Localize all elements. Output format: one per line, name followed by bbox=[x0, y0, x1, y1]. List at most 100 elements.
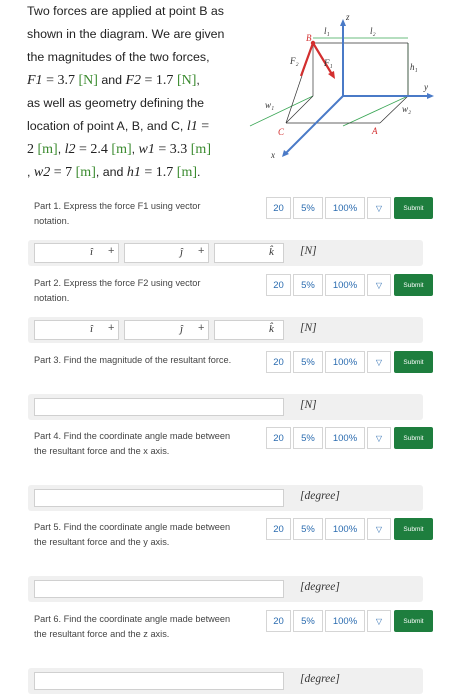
tolerance-button[interactable]: 5% bbox=[293, 427, 323, 449]
part-4-question: Part 4. Find the coordinate angle made b… bbox=[34, 431, 231, 456]
w2-symbol: w2 bbox=[33, 165, 51, 180]
significant-figures-button[interactable]: 20 bbox=[266, 518, 291, 540]
chevron-down-icon[interactable]: ▽ bbox=[367, 518, 391, 540]
part-3-header: Part 3. Find the magnitude of the result… bbox=[28, 347, 433, 395]
tolerance-button[interactable]: 5% bbox=[293, 518, 323, 540]
j-hat-label: ĵ bbox=[180, 246, 184, 258]
unit-label: [degree] bbox=[300, 581, 340, 593]
l1-symbol: l1 bbox=[186, 119, 198, 134]
part-5-answer-row: [degree] bbox=[28, 576, 423, 602]
point-c-label: C bbox=[278, 127, 285, 137]
significant-figures-button[interactable]: 20 bbox=[266, 610, 291, 632]
part-3-answer-row: [N] bbox=[28, 394, 423, 420]
j-component-input[interactable] bbox=[124, 243, 209, 263]
points-button[interactable]: 100% bbox=[325, 351, 365, 373]
geometry-line: location of point A, B, and C, l1 = bbox=[27, 115, 237, 138]
w2-unit: [m] bbox=[75, 165, 96, 180]
point-a-label: A bbox=[371, 126, 378, 136]
l2-label: l₂ bbox=[370, 26, 376, 36]
point-b-label: B bbox=[306, 33, 312, 43]
chevron-down-icon[interactable]: ▽ bbox=[367, 274, 391, 296]
f2-label: F₂ bbox=[289, 56, 299, 66]
geometry-values-2: , w2 = 7 [m], and h1 = 1.7 [m]. bbox=[27, 161, 237, 184]
tolerance-button[interactable]: 5% bbox=[293, 274, 323, 296]
w1-label: w₁ bbox=[265, 100, 274, 110]
chevron-down-icon[interactable]: ▽ bbox=[367, 197, 391, 219]
plus-sign: + bbox=[198, 322, 205, 334]
i-hat-label: î bbox=[90, 323, 94, 335]
w1-dimension-line bbox=[249, 95, 314, 127]
part-5-question: Part 5. Find the coordinate angle made b… bbox=[34, 522, 231, 547]
plus-sign: + bbox=[108, 322, 115, 334]
l1-label: l₁ bbox=[324, 26, 330, 36]
l1-value: 2 bbox=[27, 142, 38, 157]
l1-unit: [m] bbox=[37, 142, 58, 157]
equals: = bbox=[197, 119, 210, 134]
problem-statement: Two forces are applied at point B as sho… bbox=[27, 0, 237, 184]
points-button[interactable]: 100% bbox=[325, 518, 365, 540]
significant-figures-button[interactable]: 20 bbox=[266, 197, 291, 219]
force-f2-arrow bbox=[299, 42, 315, 77]
magnitude-input[interactable] bbox=[34, 398, 284, 416]
h1-symbol: h1 bbox=[126, 165, 141, 180]
k-hat-label: k̂ bbox=[269, 246, 274, 258]
significant-figures-button[interactable]: 20 bbox=[266, 351, 291, 373]
k-hat-label: k̂ bbox=[269, 323, 274, 335]
unit-label: [degree] bbox=[300, 490, 340, 502]
intro-line: the magnitudes of the two forces, bbox=[27, 50, 210, 64]
intro-line: Two forces are applied at point B as bbox=[27, 4, 224, 18]
tolerance-button[interactable]: 5% bbox=[293, 197, 323, 219]
w1-symbol: w1 bbox=[138, 142, 155, 157]
j-component-input[interactable] bbox=[124, 320, 209, 340]
submit-button[interactable]: Submit bbox=[394, 274, 433, 296]
l2-unit: [m] bbox=[111, 142, 132, 157]
part-3-question: Part 3. Find the magnitude of the result… bbox=[34, 355, 232, 365]
part-4-header: Part 4. Find the coordinate angle made b… bbox=[28, 423, 433, 471]
y-axis-label: y bbox=[423, 82, 428, 92]
points-button[interactable]: 100% bbox=[325, 427, 365, 449]
submit-button[interactable]: Submit bbox=[394, 427, 433, 449]
f1-symbol: F1 bbox=[27, 73, 43, 88]
part-5-header: Part 5. Find the coordinate angle made b… bbox=[28, 514, 433, 562]
part-2-question: Part 2. Express the force F2 using vecto… bbox=[34, 278, 201, 303]
tolerance-button[interactable]: 5% bbox=[293, 610, 323, 632]
points-button[interactable]: 100% bbox=[325, 610, 365, 632]
f2-value: = 1.7 bbox=[141, 73, 177, 88]
l2-symbol: l2 bbox=[64, 142, 76, 157]
i-component-input[interactable] bbox=[34, 320, 119, 340]
line-to-c bbox=[285, 95, 314, 124]
part-2-header: Part 2. Express the force F2 using vecto… bbox=[28, 270, 433, 318]
x-angle-input[interactable] bbox=[34, 489, 284, 507]
f2-unit: [N] bbox=[176, 73, 197, 88]
submit-button[interactable]: Submit bbox=[394, 351, 433, 373]
points-button[interactable]: 100% bbox=[325, 274, 365, 296]
submit-button[interactable]: Submit bbox=[394, 610, 433, 632]
i-hat-label: î bbox=[90, 246, 94, 258]
chevron-down-icon[interactable]: ▽ bbox=[367, 427, 391, 449]
tolerance-button[interactable]: 5% bbox=[293, 351, 323, 373]
intro-line: location of point A, B, and C, bbox=[27, 119, 187, 133]
points-button[interactable]: 100% bbox=[325, 197, 365, 219]
chevron-down-icon[interactable]: ▽ bbox=[367, 610, 391, 632]
significant-figures-button[interactable]: 20 bbox=[266, 427, 291, 449]
y-angle-input[interactable] bbox=[34, 580, 284, 598]
submit-button[interactable]: Submit bbox=[394, 518, 433, 540]
significant-figures-button[interactable]: 20 bbox=[266, 274, 291, 296]
i-component-input[interactable] bbox=[34, 243, 119, 263]
h1-value: = 1.7 bbox=[140, 165, 177, 180]
x-axis bbox=[284, 95, 344, 155]
unit-label: [degree] bbox=[300, 673, 340, 685]
part-1-answer-row: î + ĵ + k̂ [N] bbox=[28, 240, 423, 266]
x-axis-label: x bbox=[270, 150, 275, 160]
h1-unit: [m] bbox=[176, 165, 197, 180]
f1-value: = 3.7 bbox=[42, 73, 79, 88]
z-angle-input[interactable] bbox=[34, 672, 284, 690]
chevron-down-icon[interactable]: ▽ bbox=[367, 351, 391, 373]
unit-label: [N] bbox=[300, 245, 317, 257]
and-text: , and bbox=[95, 165, 127, 179]
z-axis-label: z bbox=[345, 12, 350, 22]
submit-button[interactable]: Submit bbox=[394, 197, 433, 219]
w2-label: w₂ bbox=[402, 104, 411, 114]
unit-label: [N] bbox=[300, 322, 317, 334]
plus-sign: + bbox=[198, 245, 205, 257]
